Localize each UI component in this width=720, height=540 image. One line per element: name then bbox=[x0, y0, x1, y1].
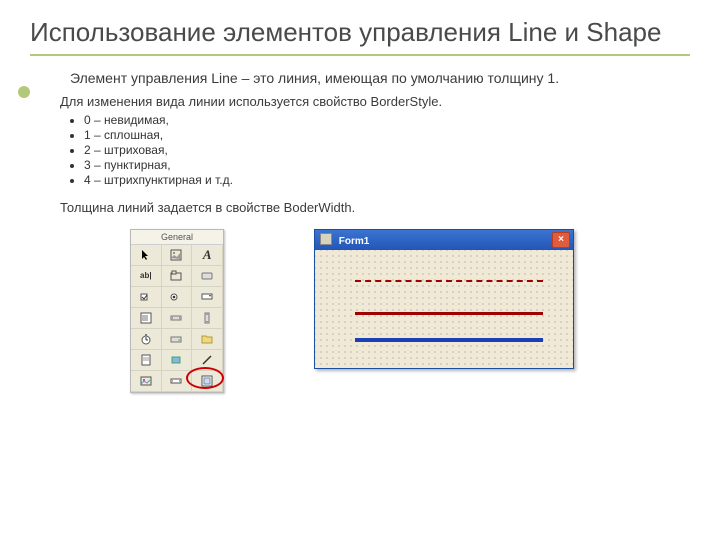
drivelistbox-tool-icon[interactable] bbox=[162, 329, 193, 350]
bullet-list: 0 – невидимая, 1 – сплошная, 2 – штрихов… bbox=[70, 113, 690, 187]
frame-tool-icon[interactable] bbox=[162, 266, 193, 287]
shape-tool-icon[interactable] bbox=[162, 350, 193, 371]
title-bar: Form1 × bbox=[315, 230, 573, 250]
toolbox-wrapper: General A ab| bbox=[130, 229, 224, 393]
title-divider bbox=[30, 54, 690, 56]
filelistbox-tool-icon[interactable] bbox=[131, 350, 162, 371]
line-solid-red bbox=[355, 312, 543, 315]
combobox-tool-icon[interactable] bbox=[192, 287, 223, 308]
form-icon bbox=[320, 233, 332, 245]
dirlistbox-tool-icon[interactable] bbox=[192, 329, 223, 350]
sub-text: Для изменения вида линии используется св… bbox=[60, 94, 690, 109]
vscrollbar-tool-icon[interactable] bbox=[192, 308, 223, 329]
figure-row: General A ab| bbox=[70, 229, 690, 393]
checkbox-tool-icon[interactable] bbox=[131, 287, 162, 308]
list-item: 1 – сплошная, bbox=[84, 128, 690, 142]
footer-text: Толщина линий задается в свойстве BoderW… bbox=[60, 200, 690, 215]
list-item: 0 – невидимая, bbox=[84, 113, 690, 127]
textbox-tool-icon[interactable]: ab| bbox=[131, 266, 162, 287]
line-dashed bbox=[355, 280, 543, 282]
timer-tool-icon[interactable] bbox=[131, 329, 162, 350]
form-canvas bbox=[315, 250, 573, 368]
image-tool-icon[interactable] bbox=[131, 371, 162, 392]
toolbox-header: General bbox=[131, 230, 223, 245]
vb-toolbox: General A ab| bbox=[130, 229, 224, 393]
listbox-tool-icon[interactable] bbox=[131, 308, 162, 329]
slide: Использование элементов управления Line … bbox=[0, 0, 720, 393]
lead-text: Элемент управления Line – это линия, име… bbox=[70, 70, 690, 86]
slide-body: Элемент управления Line – это линия, име… bbox=[30, 70, 690, 393]
hscrollbar-tool-icon[interactable] bbox=[162, 308, 193, 329]
commandbutton-tool-icon[interactable] bbox=[192, 266, 223, 287]
list-item: 4 – штрихпунктирная и т.д. bbox=[84, 173, 690, 187]
picturebox-tool-icon[interactable] bbox=[162, 245, 193, 266]
data-tool-icon[interactable] bbox=[162, 371, 193, 392]
line-solid-blue bbox=[355, 338, 543, 342]
form-window: Form1 × bbox=[314, 229, 574, 369]
page-title: Использование элементов управления Line … bbox=[30, 18, 690, 48]
line-tool-icon[interactable] bbox=[192, 350, 223, 371]
label-tool-icon[interactable]: A bbox=[192, 245, 223, 266]
optionbutton-tool-icon[interactable] bbox=[162, 287, 193, 308]
close-icon: × bbox=[558, 235, 564, 245]
pointer-tool-icon[interactable] bbox=[131, 245, 162, 266]
close-button[interactable]: × bbox=[552, 232, 570, 248]
list-item: 2 – штриховая, bbox=[84, 143, 690, 157]
accent-dot bbox=[18, 86, 30, 98]
toolbox-grid: A ab| bbox=[131, 245, 223, 392]
ole-tool-icon[interactable] bbox=[192, 371, 223, 392]
form-title: Form1 bbox=[320, 233, 369, 247]
list-item: 3 – пунктирная, bbox=[84, 158, 690, 172]
